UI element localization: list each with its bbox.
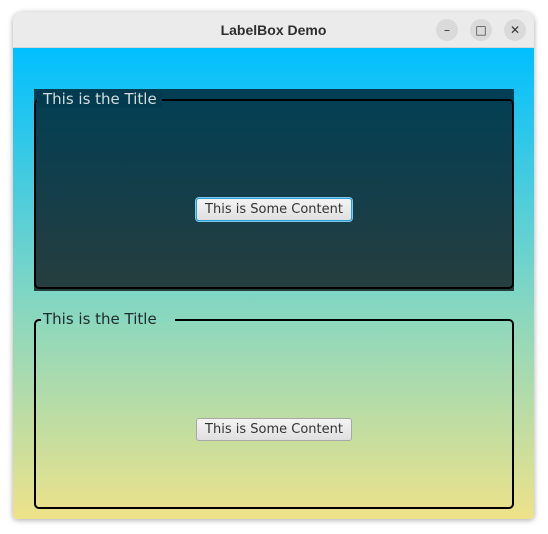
content-button-1[interactable]: This is Some Content xyxy=(196,198,352,221)
content-button-2[interactable]: This is Some Content xyxy=(196,418,352,441)
label-box-2-title: This is the Title xyxy=(43,310,157,328)
close-icon: ✕ xyxy=(509,23,521,37)
minimize-button[interactable]: – xyxy=(436,19,458,41)
title-bar[interactable]: LabelBox Demo – □ ✕ xyxy=(13,12,534,48)
close-button[interactable]: ✕ xyxy=(504,19,526,41)
app-window: LabelBox Demo – □ ✕ This is the Title Th… xyxy=(13,12,534,519)
maximize-button[interactable]: □ xyxy=(470,19,492,41)
label-box-2 xyxy=(34,319,514,509)
minimize-icon: – xyxy=(444,23,450,37)
main-content: This is the Title This is Some Content T… xyxy=(13,48,534,519)
label-box-1-title: This is the Title xyxy=(37,90,162,108)
maximize-icon: □ xyxy=(475,23,487,37)
label-box-1 xyxy=(34,99,514,289)
